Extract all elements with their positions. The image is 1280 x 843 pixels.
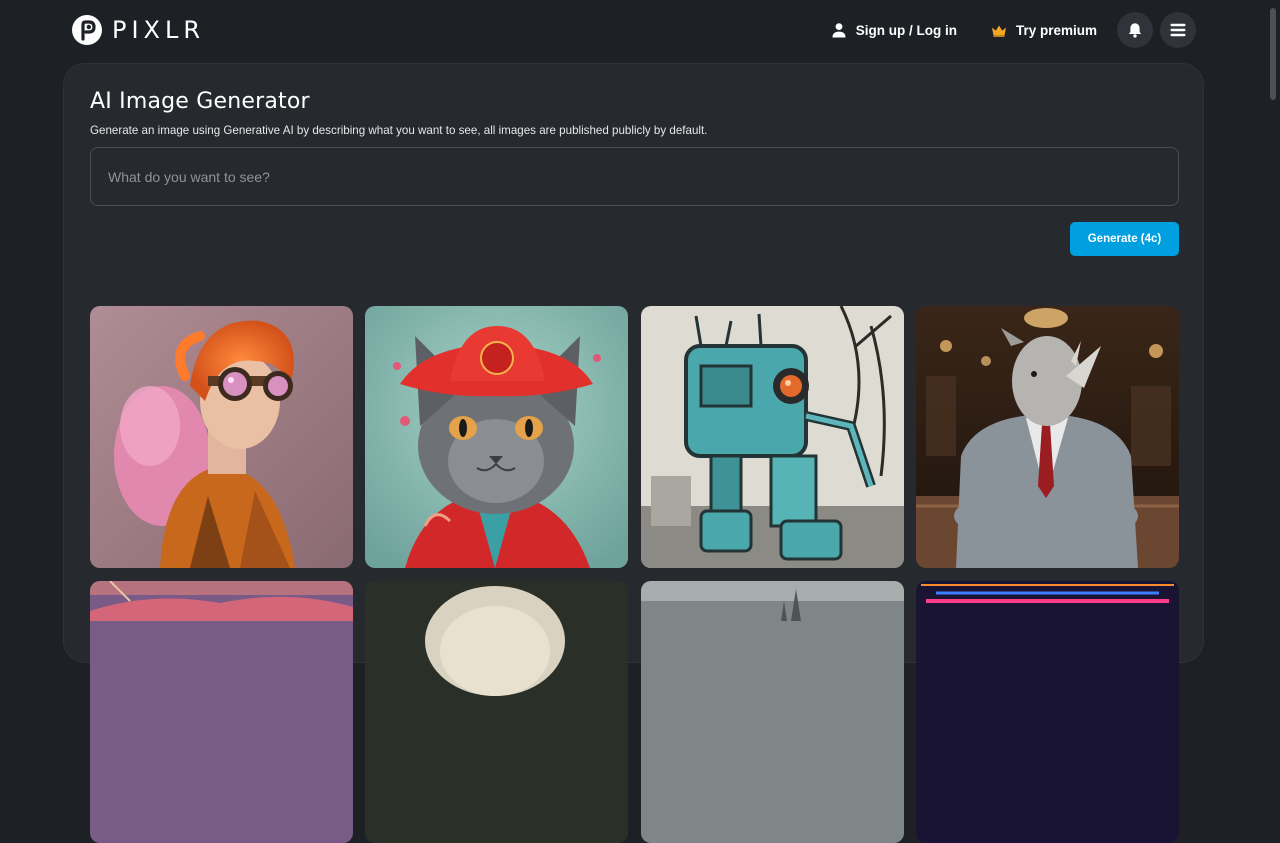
user-icon	[832, 23, 846, 38]
page-title: AI Image Generator	[90, 89, 310, 114]
bell-icon	[1128, 23, 1142, 38]
page-subtitle: Generate an image using Generative AI by…	[90, 124, 708, 137]
cat-red-hat-image	[365, 306, 628, 568]
notifications-button[interactable]	[1117, 12, 1153, 48]
crown-icon	[991, 25, 1006, 37]
gallery-item-castle-landscape[interactable]	[641, 581, 904, 843]
neon-scene-image	[916, 581, 1179, 843]
menu-icon	[1170, 23, 1186, 37]
gallery-item-neon-scene[interactable]	[916, 581, 1179, 843]
robot-image	[641, 306, 904, 568]
signup-login-label: Sign up / Log in	[855, 22, 957, 38]
pixlr-logo-icon	[72, 15, 102, 45]
page-scrollbar[interactable]	[1266, 0, 1280, 608]
gallery-item-sunset-scene[interactable]	[90, 581, 353, 843]
gallery-item-robot[interactable]	[641, 306, 904, 568]
top-nav: Sign up / Log in Try premium	[831, 12, 1196, 48]
top-bar: PIXLR Sign up / Log in Try premium	[0, 0, 1280, 60]
try-premium-link[interactable]: Try premium	[991, 12, 1097, 48]
scrollbar-thumb[interactable]	[1270, 8, 1276, 100]
prompt-input[interactable]	[90, 147, 1179, 206]
signup-login-link[interactable]: Sign up / Log in	[831, 12, 957, 48]
gallery-item-cat-red-hat[interactable]	[365, 306, 628, 568]
generator-panel: AI Image Generator Generate an image usi…	[63, 63, 1204, 843]
blonde-portrait-image	[365, 581, 628, 843]
menu-button[interactable]	[1160, 12, 1196, 48]
gallery-item-steampunk-boy[interactable]	[90, 306, 353, 568]
logo-text: PIXLR	[112, 16, 206, 44]
steampunk-boy-image	[90, 306, 353, 568]
rhino-suit-image	[916, 306, 1179, 568]
gallery-item-blonde-portrait[interactable]	[365, 581, 628, 843]
try-premium-label: Try premium	[1015, 22, 1097, 38]
gallery-item-rhino-suit[interactable]	[916, 306, 1179, 568]
pixlr-logo[interactable]: PIXLR	[72, 14, 205, 46]
generate-button[interactable]: Generate (4c)	[1070, 222, 1179, 256]
sunset-scene-image	[90, 581, 353, 843]
castle-landscape-image	[641, 581, 904, 843]
